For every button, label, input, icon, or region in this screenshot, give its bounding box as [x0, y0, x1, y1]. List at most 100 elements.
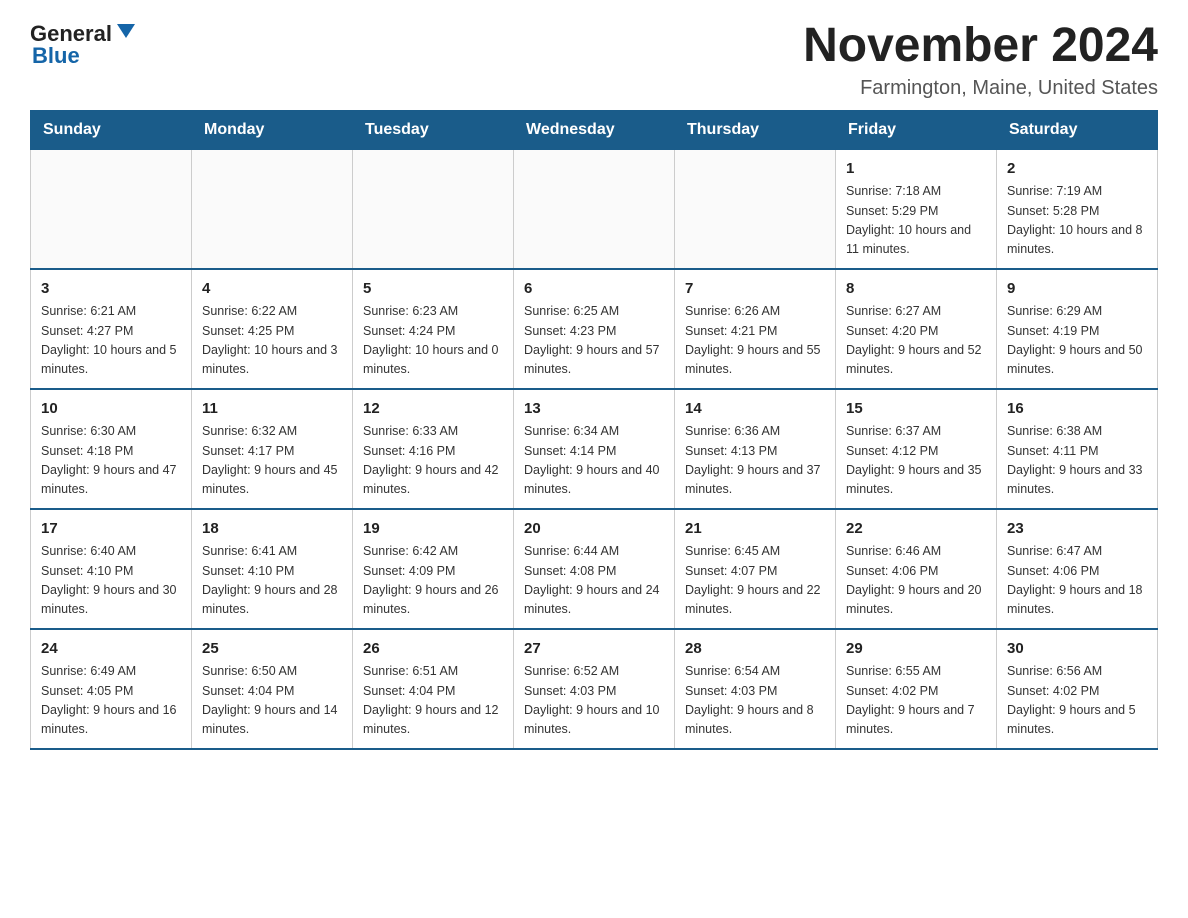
day-number: 10	[41, 398, 181, 421]
day-info: Sunrise: 6:30 AM Sunset: 4:18 PM Dayligh…	[41, 422, 181, 500]
page-title: November 2024	[803, 20, 1158, 73]
calendar-week-row: 17Sunrise: 6:40 AM Sunset: 4:10 PM Dayli…	[31, 509, 1158, 629]
day-info: Sunrise: 6:47 AM Sunset: 4:06 PM Dayligh…	[1007, 542, 1147, 620]
day-info: Sunrise: 6:50 AM Sunset: 4:04 PM Dayligh…	[202, 662, 342, 740]
day-number: 18	[202, 518, 342, 541]
day-info: Sunrise: 6:52 AM Sunset: 4:03 PM Dayligh…	[524, 662, 664, 740]
calendar-cell: 9Sunrise: 6:29 AM Sunset: 4:19 PM Daylig…	[997, 269, 1158, 389]
day-number: 7	[685, 278, 825, 301]
calendar-week-row: 10Sunrise: 6:30 AM Sunset: 4:18 PM Dayli…	[31, 389, 1158, 509]
calendar-cell: 1Sunrise: 7:18 AM Sunset: 5:29 PM Daylig…	[836, 149, 997, 269]
calendar-cell	[31, 149, 192, 269]
day-info: Sunrise: 6:54 AM Sunset: 4:03 PM Dayligh…	[685, 662, 825, 740]
day-number: 24	[41, 638, 181, 661]
day-info: Sunrise: 6:55 AM Sunset: 4:02 PM Dayligh…	[846, 662, 986, 740]
day-number: 3	[41, 278, 181, 301]
calendar-cell: 10Sunrise: 6:30 AM Sunset: 4:18 PM Dayli…	[31, 389, 192, 509]
calendar-cell: 12Sunrise: 6:33 AM Sunset: 4:16 PM Dayli…	[353, 389, 514, 509]
day-info: Sunrise: 7:19 AM Sunset: 5:28 PM Dayligh…	[1007, 182, 1147, 260]
day-number: 30	[1007, 638, 1147, 661]
day-info: Sunrise: 6:38 AM Sunset: 4:11 PM Dayligh…	[1007, 422, 1147, 500]
day-info: Sunrise: 7:18 AM Sunset: 5:29 PM Dayligh…	[846, 182, 986, 260]
day-info: Sunrise: 6:34 AM Sunset: 4:14 PM Dayligh…	[524, 422, 664, 500]
calendar-cell: 4Sunrise: 6:22 AM Sunset: 4:25 PM Daylig…	[192, 269, 353, 389]
day-info: Sunrise: 6:37 AM Sunset: 4:12 PM Dayligh…	[846, 422, 986, 500]
day-number: 16	[1007, 398, 1147, 421]
calendar-cell: 3Sunrise: 6:21 AM Sunset: 4:27 PM Daylig…	[31, 269, 192, 389]
day-info: Sunrise: 6:27 AM Sunset: 4:20 PM Dayligh…	[846, 302, 986, 380]
day-info: Sunrise: 6:56 AM Sunset: 4:02 PM Dayligh…	[1007, 662, 1147, 740]
calendar-cell: 22Sunrise: 6:46 AM Sunset: 4:06 PM Dayli…	[836, 509, 997, 629]
weekday-header-saturday: Saturday	[997, 110, 1158, 149]
weekday-header-row: SundayMondayTuesdayWednesdayThursdayFrid…	[31, 110, 1158, 149]
calendar-cell: 2Sunrise: 7:19 AM Sunset: 5:28 PM Daylig…	[997, 149, 1158, 269]
calendar-body: 1Sunrise: 7:18 AM Sunset: 5:29 PM Daylig…	[31, 149, 1158, 749]
calendar-cell	[675, 149, 836, 269]
day-number: 22	[846, 518, 986, 541]
day-info: Sunrise: 6:42 AM Sunset: 4:09 PM Dayligh…	[363, 542, 503, 620]
weekday-header-friday: Friday	[836, 110, 997, 149]
day-number: 25	[202, 638, 342, 661]
weekday-header-tuesday: Tuesday	[353, 110, 514, 149]
day-info: Sunrise: 6:51 AM Sunset: 4:04 PM Dayligh…	[363, 662, 503, 740]
day-info: Sunrise: 6:23 AM Sunset: 4:24 PM Dayligh…	[363, 302, 503, 380]
day-info: Sunrise: 6:33 AM Sunset: 4:16 PM Dayligh…	[363, 422, 503, 500]
day-number: 26	[363, 638, 503, 661]
day-number: 23	[1007, 518, 1147, 541]
logo-arrow-icon	[115, 20, 137, 47]
day-number: 2	[1007, 158, 1147, 181]
calendar-cell: 26Sunrise: 6:51 AM Sunset: 4:04 PM Dayli…	[353, 629, 514, 749]
day-number: 13	[524, 398, 664, 421]
calendar-cell: 13Sunrise: 6:34 AM Sunset: 4:14 PM Dayli…	[514, 389, 675, 509]
day-info: Sunrise: 6:46 AM Sunset: 4:06 PM Dayligh…	[846, 542, 986, 620]
day-number: 12	[363, 398, 503, 421]
day-info: Sunrise: 6:45 AM Sunset: 4:07 PM Dayligh…	[685, 542, 825, 620]
calendar-cell: 16Sunrise: 6:38 AM Sunset: 4:11 PM Dayli…	[997, 389, 1158, 509]
calendar-cell	[514, 149, 675, 269]
calendar-cell: 5Sunrise: 6:23 AM Sunset: 4:24 PM Daylig…	[353, 269, 514, 389]
calendar-cell: 28Sunrise: 6:54 AM Sunset: 4:03 PM Dayli…	[675, 629, 836, 749]
calendar-week-row: 1Sunrise: 7:18 AM Sunset: 5:29 PM Daylig…	[31, 149, 1158, 269]
day-number: 8	[846, 278, 986, 301]
day-info: Sunrise: 6:25 AM Sunset: 4:23 PM Dayligh…	[524, 302, 664, 380]
day-info: Sunrise: 6:21 AM Sunset: 4:27 PM Dayligh…	[41, 302, 181, 380]
calendar-cell: 7Sunrise: 6:26 AM Sunset: 4:21 PM Daylig…	[675, 269, 836, 389]
calendar-cell: 17Sunrise: 6:40 AM Sunset: 4:10 PM Dayli…	[31, 509, 192, 629]
weekday-header-sunday: Sunday	[31, 110, 192, 149]
calendar-cell: 20Sunrise: 6:44 AM Sunset: 4:08 PM Dayli…	[514, 509, 675, 629]
calendar-cell: 24Sunrise: 6:49 AM Sunset: 4:05 PM Dayli…	[31, 629, 192, 749]
weekday-header-monday: Monday	[192, 110, 353, 149]
calendar-cell: 23Sunrise: 6:47 AM Sunset: 4:06 PM Dayli…	[997, 509, 1158, 629]
day-number: 4	[202, 278, 342, 301]
title-block: November 2024 Farmington, Maine, United …	[803, 20, 1158, 100]
page-subtitle: Farmington, Maine, United States	[803, 77, 1158, 100]
logo: General Blue	[30, 20, 137, 69]
day-number: 21	[685, 518, 825, 541]
calendar-cell: 27Sunrise: 6:52 AM Sunset: 4:03 PM Dayli…	[514, 629, 675, 749]
day-number: 14	[685, 398, 825, 421]
calendar-cell: 19Sunrise: 6:42 AM Sunset: 4:09 PM Dayli…	[353, 509, 514, 629]
calendar-cell: 6Sunrise: 6:25 AM Sunset: 4:23 PM Daylig…	[514, 269, 675, 389]
day-info: Sunrise: 6:29 AM Sunset: 4:19 PM Dayligh…	[1007, 302, 1147, 380]
page-header: General Blue November 2024 Farmington, M…	[30, 20, 1158, 100]
calendar-cell: 14Sunrise: 6:36 AM Sunset: 4:13 PM Dayli…	[675, 389, 836, 509]
day-info: Sunrise: 6:40 AM Sunset: 4:10 PM Dayligh…	[41, 542, 181, 620]
day-number: 19	[363, 518, 503, 541]
day-info: Sunrise: 6:32 AM Sunset: 4:17 PM Dayligh…	[202, 422, 342, 500]
day-info: Sunrise: 6:36 AM Sunset: 4:13 PM Dayligh…	[685, 422, 825, 500]
calendar-cell: 8Sunrise: 6:27 AM Sunset: 4:20 PM Daylig…	[836, 269, 997, 389]
calendar-cell: 11Sunrise: 6:32 AM Sunset: 4:17 PM Dayli…	[192, 389, 353, 509]
day-number: 15	[846, 398, 986, 421]
day-number: 27	[524, 638, 664, 661]
day-number: 17	[41, 518, 181, 541]
day-info: Sunrise: 6:49 AM Sunset: 4:05 PM Dayligh…	[41, 662, 181, 740]
calendar-cell: 30Sunrise: 6:56 AM Sunset: 4:02 PM Dayli…	[997, 629, 1158, 749]
day-info: Sunrise: 6:41 AM Sunset: 4:10 PM Dayligh…	[202, 542, 342, 620]
weekday-header-wednesday: Wednesday	[514, 110, 675, 149]
calendar-header: SundayMondayTuesdayWednesdayThursdayFrid…	[31, 110, 1158, 149]
calendar-week-row: 24Sunrise: 6:49 AM Sunset: 4:05 PM Dayli…	[31, 629, 1158, 749]
day-number: 1	[846, 158, 986, 181]
day-number: 29	[846, 638, 986, 661]
day-info: Sunrise: 6:22 AM Sunset: 4:25 PM Dayligh…	[202, 302, 342, 380]
calendar-cell	[353, 149, 514, 269]
